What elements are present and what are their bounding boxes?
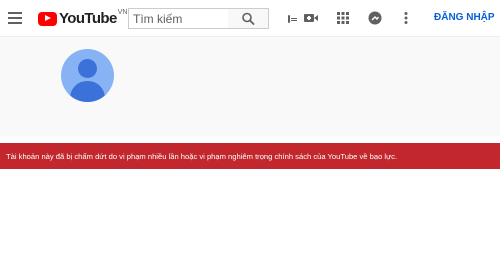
alert-message: Tài khoản này đã bị chấm dứt do vi phạm … [6,152,398,161]
main-content [0,169,500,257]
search-icon [242,12,255,25]
keyboard-icon[interactable] [288,15,297,23]
top-bar: YouTube VN Tìm kiếm ĐĂNG NHẬP [0,0,500,36]
logo-text: YouTube [59,10,117,27]
apps-grid-icon[interactable] [335,10,351,26]
channel-header [0,36,500,136]
play-logo-icon [38,11,57,26]
video-camera-icon[interactable] [303,10,319,26]
hamburger-menu-icon[interactable] [8,12,22,24]
account-terminated-alert: Tài khoản này đã bị chấm dứt do vi phạm … [0,143,500,169]
region-code: VN [117,9,128,16]
default-avatar-icon[interactable] [61,49,114,102]
messages-icon[interactable] [367,10,383,26]
more-vert-icon[interactable] [398,10,414,26]
search-button[interactable] [228,8,269,29]
sign-in-button[interactable]: ĐĂNG NHẬP [434,12,495,23]
youtube-logo[interactable]: YouTube VN [38,9,128,27]
